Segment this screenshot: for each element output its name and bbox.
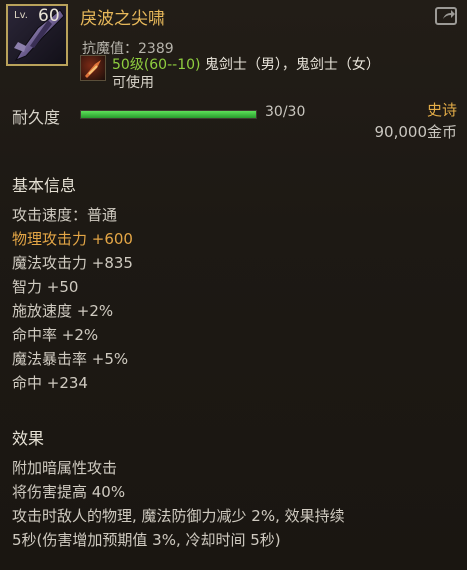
requirement-class: 鬼剑士（男），鬼剑士（女） (200, 57, 380, 73)
durability-label: 耐久度 (12, 108, 61, 127)
requirement-level: 50级(60--10) (112, 57, 201, 73)
price: 90,000金币 (374, 123, 458, 141)
usable-status: 可使用 (112, 75, 154, 91)
item-title: 戾波之尖啸 (80, 9, 165, 29)
stat-line: 施放速度 +2% (12, 302, 114, 320)
stat-line: 攻击速度：普通 (12, 206, 118, 224)
share-icon[interactable] (435, 7, 457, 25)
stat-line: 物理攻击力 +600 (12, 230, 133, 248)
rarity: 史诗 (426, 101, 457, 119)
stat-line: 命中 +234 (12, 374, 88, 392)
effect-line: 攻击时敌人的物理, 魔法防御力减少 2%, 效果持续 (12, 507, 345, 525)
effect-line: 5秒(伤害增加预期值 3%, 冷却时间 5秒) (12, 531, 281, 549)
effect-line: 将伤害提高 40% (12, 483, 126, 501)
durability-value: 30/30 (265, 104, 306, 120)
basic-info-title: 基本信息 (12, 176, 77, 195)
stat-line: 魔法暴击率 +5% (12, 350, 129, 368)
stat-line: 智力 +50 (12, 278, 79, 296)
item-level: 60 (38, 6, 60, 26)
stat-line: 命中率 +2% (12, 326, 99, 344)
weapon-icon: Lv. 60 (6, 4, 68, 66)
effect-line: 附加暗属性攻击 (12, 459, 118, 477)
durability-fill (81, 111, 256, 118)
effect-title: 效果 (12, 429, 45, 448)
level-prefix: Lv. (14, 10, 28, 21)
stat-line: 魔法攻击力 +835 (12, 254, 133, 272)
requirement: 50级(60--10) 鬼剑士（男），鬼剑士（女） (112, 54, 380, 74)
durability-bar (80, 110, 257, 119)
class-icon (80, 55, 106, 81)
item-tooltip: Lv. 60 戾波之尖啸 抗魔值：2389 50级(60--10) 鬼剑士（男）… (0, 0, 467, 570)
